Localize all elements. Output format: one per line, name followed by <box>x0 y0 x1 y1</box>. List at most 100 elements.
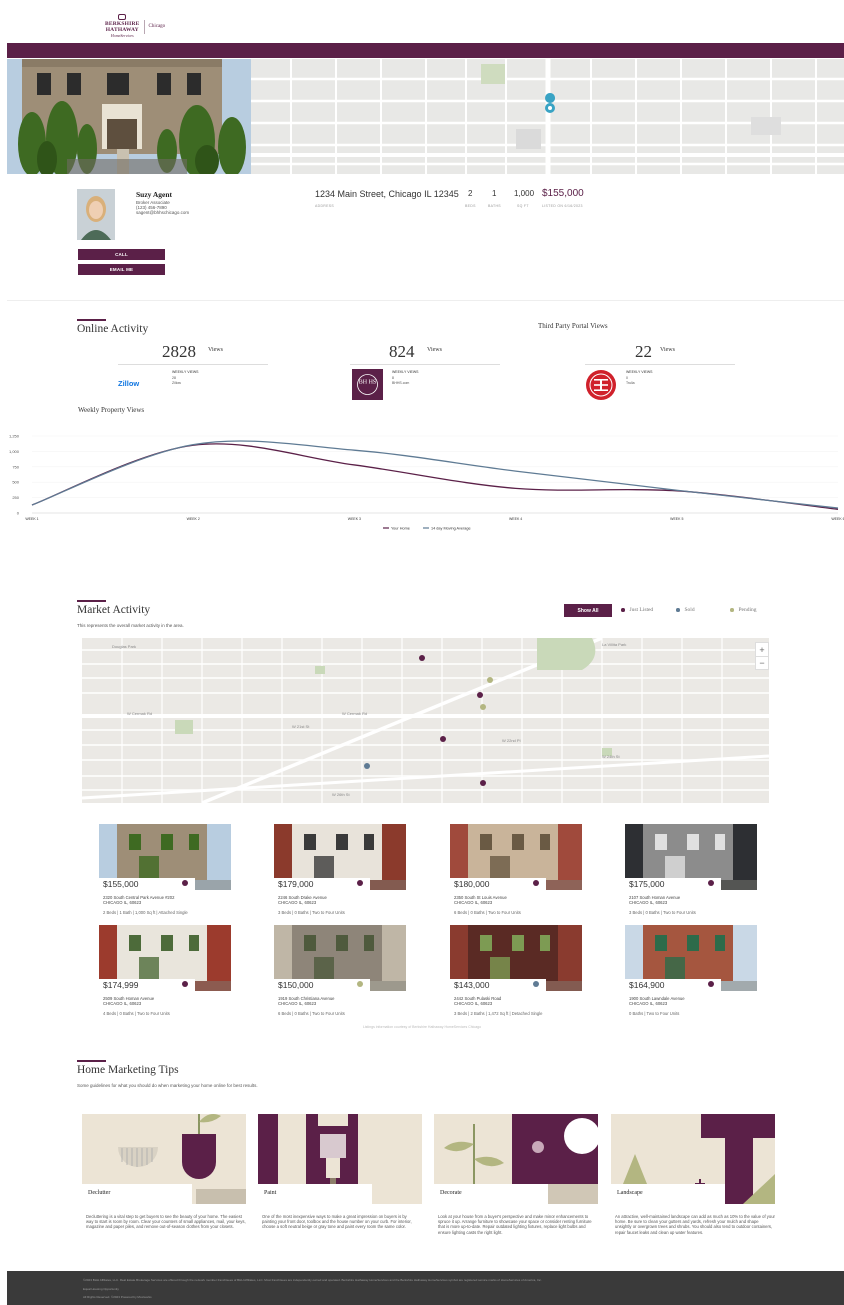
listing-photo: $179,000 <box>274 824 406 890</box>
property-location-map[interactable] <box>251 59 844 174</box>
listing-status-dot-icon <box>708 981 714 987</box>
zoom-out-button[interactable]: − <box>756 656 768 669</box>
address-label: ADDRESS <box>315 204 335 208</box>
property-photo <box>7 59 251 174</box>
listing-city: CHICAGO IL, 60623 <box>629 900 668 905</box>
online-activity-title: Online Activity <box>77 323 149 335</box>
listing-price: $179,000 <box>274 878 370 890</box>
tips-title: Home Marketing Tips <box>77 1064 179 1076</box>
x-tick-label: WEEK 2 <box>187 517 200 521</box>
footer-rights: All Rights Reserved. ©2023 Powered by Mo… <box>83 1295 152 1299</box>
email-me-button[interactable]: EMAIL ME <box>78 264 165 275</box>
baths-value: 1 <box>492 189 497 198</box>
listing-photo: $174,999 <box>99 925 231 991</box>
market-activity-map[interactable]: W Cermak Rd W Cermak Rd W 21st St W 22nd… <box>82 638 769 803</box>
y-tick-label: 750 <box>12 464 19 469</box>
weekly-views-label: WEEKLY VIEWS <box>392 370 419 374</box>
x-tick-label: WEEK 4 <box>509 517 522 521</box>
series-line-1 <box>31 440 839 509</box>
listing-city: CHICAGO IL, 60623 <box>103 1001 142 1006</box>
footer-legal: ©2023 BHH Affiliates, LLC. Real Estate B… <box>83 1278 542 1282</box>
trulia-weekly: 0 <box>626 376 628 380</box>
tip-description: Decluttering is a vital step to get buye… <box>86 1214 246 1230</box>
bhhs-source: BHHS.com <box>392 381 410 385</box>
filter-just-listed[interactable]: Just Listed <box>621 607 653 613</box>
logo-line3: HomeServices <box>110 33 134 38</box>
show-all-button[interactable]: Show All <box>564 604 612 617</box>
listing-photo: $143,000 <box>450 925 582 991</box>
pending-dot-icon <box>730 608 734 612</box>
listing-specs: 2 Beds | 1 Bath | 1,000 Sq ft | Attached… <box>103 910 188 915</box>
listing-price: $143,000 <box>450 979 546 991</box>
views-label: Views <box>208 347 223 353</box>
tip-card-decorate: Decorate Look at your house from a buyer… <box>434 1114 598 1235</box>
listing-card[interactable]: $174,999 2509 South Homan Avenue CHICAGO I… <box>99 925 231 1016</box>
filter-sold[interactable]: Sold <box>676 607 695 613</box>
filter-pending[interactable]: Pending <box>730 607 757 613</box>
agent-photo <box>77 189 115 240</box>
y-tick-label: 0 <box>17 511 20 516</box>
listing-card[interactable]: $179,000 2246 South Drake Avenue CHICAGO I… <box>274 824 406 915</box>
listing-photo: $175,000 <box>625 824 757 890</box>
call-button[interactable]: CALL <box>78 249 165 260</box>
listing-card[interactable]: $180,000 2350 South St Louis Avenue CHICAG… <box>450 824 582 915</box>
listing-city: CHICAGO IL, 60623 <box>629 1001 668 1006</box>
map-label: W 22nd Pl <box>502 738 521 743</box>
map-label: W 24th St <box>602 754 620 759</box>
chart-y-ticks: 0 250 500 750 1,000 1,250 <box>9 434 20 516</box>
agent-name: Suzy Agent <box>136 190 173 199</box>
brand-logo[interactable]: BERKSHIRE HATHAWAY HomeServices Chicago <box>105 14 165 39</box>
views-label: Views <box>427 347 442 353</box>
views-underline <box>350 364 500 365</box>
listing-city: CHICAGO IL, 60623 <box>103 900 142 905</box>
listing-specs: 0 Baths | Two to Four Units <box>629 1011 680 1016</box>
market-activity-subtitle: This represents the overall market activ… <box>77 623 184 628</box>
tip-title: Declutter <box>88 1190 111 1196</box>
zillow-weekly: 28 <box>172 376 176 380</box>
agent-email[interactable]: sagent@bhhschicago.com <box>136 210 189 215</box>
tip-description: An attractive, well-maintained landscape… <box>615 1214 775 1235</box>
zoom-in-button[interactable]: + <box>756 643 768 656</box>
trulia-logo-icon <box>586 370 616 400</box>
sold-dot-icon <box>676 608 680 612</box>
legend-label: Your Home <box>391 527 410 531</box>
tip-description: One of the most inexpensive ways to make… <box>262 1214 412 1230</box>
y-tick-label: 1,250 <box>9 434 20 439</box>
listing-specs: 3 Beds | 0 Baths | Two to Four Units <box>278 910 345 915</box>
section-accent <box>77 600 106 602</box>
section-divider <box>7 300 844 301</box>
header-accent-bar <box>7 43 844 58</box>
listing-card[interactable]: $155,000 2320 South Central Park Avenue #… <box>99 824 231 915</box>
site-footer: ©2023 BHH Affiliates, LLC. Real Estate B… <box>7 1271 844 1305</box>
listing-specs: 3 Beds | 0 Baths | Two to Four Units <box>629 910 696 915</box>
listing-photo: $164,900 <box>625 925 757 991</box>
bhhs-logo-icon: BH HS <box>352 369 383 400</box>
views-underline <box>118 364 268 365</box>
listing-card[interactable]: $143,000 2442 South Pulaski Road CHICAGO I… <box>450 925 582 1016</box>
weekly-views-chart: 02505007501,0001,250 WEEK 1 WEEK 2 WEEK 3W… <box>9 434 844 531</box>
tip-card-landscape: Landscape An attractive, well-maintained… <box>611 1114 775 1235</box>
footer-equal-housing[interactable]: Equal Housing Opportunity <box>83 1287 119 1291</box>
bhhs-weekly: 8 <box>392 376 394 380</box>
listing-photo: $180,000 <box>450 824 582 890</box>
listing-status-dot-icon <box>182 880 188 886</box>
map-label: La Villita Park <box>602 642 626 647</box>
listing-photo: $155,000 <box>99 824 231 890</box>
map-label: W 21st St <box>292 724 310 729</box>
bhhs-logo-text: BH HS <box>359 380 377 386</box>
listing-card[interactable]: $150,000 1919 South Christiana Avenue CHIC… <box>274 925 406 1016</box>
x-tick-label: WEEK 5 <box>670 517 683 521</box>
listing-specs: 6 Beds | 0 Baths | Two to Four Units <box>454 910 521 915</box>
listed-date-label: LISTED ON 6/16/2023 <box>542 204 583 208</box>
trulia-views: 22 <box>635 342 652 361</box>
x-tick-label: WEEK 6 <box>831 517 844 521</box>
listing-price: $150,000 <box>274 979 370 991</box>
beds-value: 2 <box>468 189 473 198</box>
listing-status-dot-icon <box>182 981 188 987</box>
listing-card[interactable]: $164,900 1900 South Lawndale Avenue CHICAG… <box>625 925 757 1016</box>
listing-specs: 4 Beds | 0 Baths | Two to Four Units <box>103 1011 170 1016</box>
property-address: 1234 Main Street, Chicago IL 12345 <box>315 189 459 199</box>
site-header: BERKSHIRE HATHAWAY HomeServices Chicago <box>7 6 844 44</box>
logo-separator <box>143 19 145 34</box>
listing-card[interactable]: $175,000 2107 South Homan Avenue CHICAGO I… <box>625 824 757 915</box>
